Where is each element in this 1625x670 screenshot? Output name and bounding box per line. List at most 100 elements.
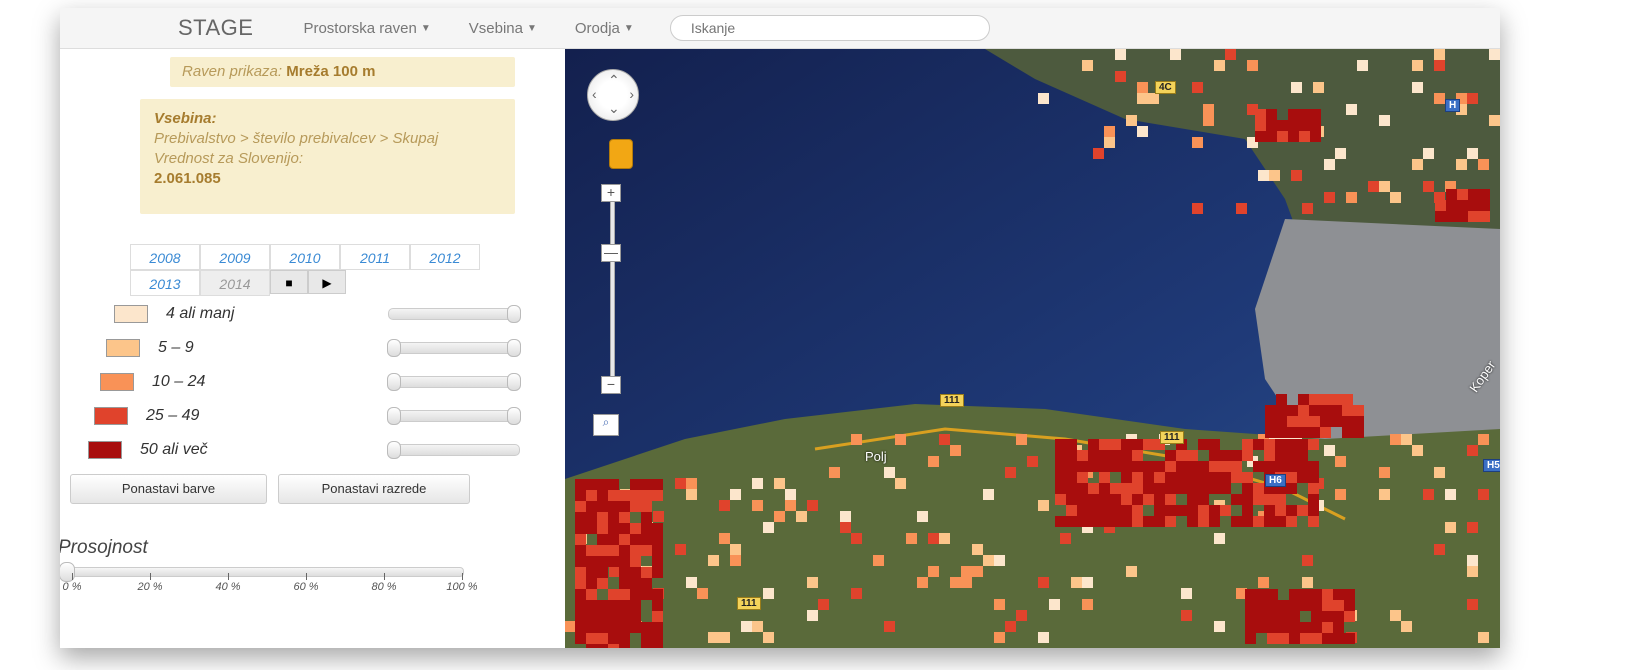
class-range-slider[interactable]	[387, 441, 520, 459]
grid-cell	[741, 621, 752, 632]
app-brand: STAGE	[178, 15, 254, 40]
grid-cell	[1137, 126, 1148, 137]
grid-cell	[619, 512, 630, 523]
grid-cell	[1066, 439, 1077, 450]
grid-cell	[1121, 439, 1132, 450]
grid-cell	[1467, 599, 1478, 610]
grid-cell	[1264, 439, 1275, 450]
grid-cell	[1489, 115, 1500, 126]
grid-cell	[619, 633, 630, 644]
grid-cell	[630, 501, 641, 512]
menu-tools[interactable]: Orodja ▼	[575, 20, 634, 37]
zoom-slider-handle[interactable]: —	[601, 244, 621, 262]
grid-cell	[1132, 494, 1143, 505]
grid-cell	[1132, 483, 1143, 494]
pan-right-icon[interactable]: ›	[629, 86, 634, 102]
grid-cell	[652, 589, 663, 600]
pan-down-icon[interactable]: ⌄	[608, 100, 620, 117]
menu-spatial-level[interactable]: Prostorska raven ▼	[303, 20, 430, 37]
grid-cell	[829, 467, 840, 478]
stop-button[interactable]: ■	[270, 270, 308, 294]
legend-row: 50 ali več	[88, 433, 520, 467]
class-range-slider[interactable]	[387, 339, 521, 357]
grid-cell	[1275, 494, 1286, 505]
grid-cell	[619, 578, 630, 589]
legend-swatch[interactable]	[94, 407, 128, 425]
zoom-in-button[interactable]: +	[601, 184, 621, 202]
grid-cell	[652, 567, 663, 578]
grid-cell	[1322, 611, 1333, 622]
grid-cell	[1066, 494, 1077, 505]
grid-cell	[1275, 516, 1286, 527]
zoom-out-button[interactable]: −	[601, 376, 621, 394]
grid-cell	[1209, 483, 1220, 494]
class-range-slider[interactable]	[387, 373, 521, 391]
legend-swatch[interactable]	[88, 441, 122, 459]
grid-cell	[1478, 159, 1489, 170]
reset-colors-button[interactable]: Ponastavi barve	[70, 474, 267, 504]
grid-cell	[1300, 622, 1311, 633]
legend-swatch[interactable]	[106, 339, 140, 357]
menu-content[interactable]: Vsebina ▼	[469, 20, 537, 37]
grid-cell	[972, 566, 983, 577]
class-range-slider[interactable]	[388, 305, 521, 323]
pan-control[interactable]: ⌃ ‹ › ⌄	[587, 69, 639, 121]
grid-cell	[652, 622, 663, 633]
year-2009[interactable]: 2009	[200, 244, 270, 270]
grid-cell	[1468, 200, 1479, 211]
grid-cell	[630, 589, 641, 600]
slider-handle[interactable]	[507, 305, 521, 323]
satellite-map[interactable]	[565, 49, 1500, 648]
legend-swatch[interactable]	[114, 305, 148, 323]
year-2010[interactable]: 2010	[270, 244, 340, 270]
slider-handle[interactable]	[387, 441, 401, 459]
year-2012[interactable]: 2012	[410, 244, 480, 270]
zoom-control[interactable]: + — −	[601, 184, 621, 394]
grid-cell	[1264, 516, 1275, 527]
grid-cell	[1308, 461, 1319, 472]
highway-label: H5	[1483, 459, 1500, 472]
grid-cell	[807, 577, 818, 588]
play-button[interactable]: ▶	[308, 270, 346, 294]
grid-cell	[1311, 633, 1322, 644]
legend-swatch[interactable]	[100, 373, 134, 391]
street-view-pegman-icon[interactable]	[609, 139, 633, 169]
grid-cell	[1104, 126, 1115, 137]
pan-left-icon[interactable]: ‹	[592, 86, 597, 102]
grid-cell	[586, 622, 597, 633]
slider-handle[interactable]	[387, 339, 401, 357]
grid-cell	[1457, 200, 1468, 211]
pan-up-icon[interactable]: ⌃	[608, 72, 620, 89]
year-2013[interactable]: 2013	[130, 270, 200, 296]
grid-cell	[652, 523, 663, 534]
class-range-slider[interactable]	[387, 407, 521, 425]
slider-handle[interactable]	[507, 373, 521, 391]
grid-cell	[1423, 181, 1434, 192]
slider-handle[interactable]	[507, 407, 521, 425]
slider-handle[interactable]	[387, 373, 401, 391]
grid-cell	[586, 479, 597, 490]
grid-cell	[1267, 611, 1278, 622]
slider-handle[interactable]	[387, 407, 401, 425]
grid-cell	[1115, 71, 1126, 82]
zoom-track[interactable]	[610, 196, 615, 388]
reset-classes-button[interactable]: Ponastavi razrede	[278, 474, 470, 504]
slider-handle[interactable]	[507, 339, 521, 357]
grid-cell	[1176, 483, 1187, 494]
road-label: 111	[940, 394, 964, 407]
grid-cell	[972, 544, 983, 555]
zoom-area-icon[interactable]: ⌕	[593, 414, 619, 436]
grid-cell	[1245, 611, 1256, 622]
map-view[interactable]: ⌃ ‹ › ⌄ + — − ⌕ 111 111 111 4C H6 H5 H P…	[565, 49, 1500, 648]
grid-cell	[1209, 439, 1220, 450]
grid-cell	[619, 589, 630, 600]
transparency-slider[interactable]	[60, 562, 464, 582]
transparency-title: Prosojnost	[60, 537, 148, 558]
grid-cell	[1468, 211, 1479, 222]
search-input[interactable]	[669, 15, 990, 41]
year-2011[interactable]: 2011	[340, 244, 410, 270]
year-2014[interactable]: 2014	[200, 270, 270, 296]
grid-cell	[1277, 120, 1288, 131]
year-2008[interactable]: 2008	[130, 244, 200, 270]
tick-label: 60 %	[286, 573, 326, 593]
